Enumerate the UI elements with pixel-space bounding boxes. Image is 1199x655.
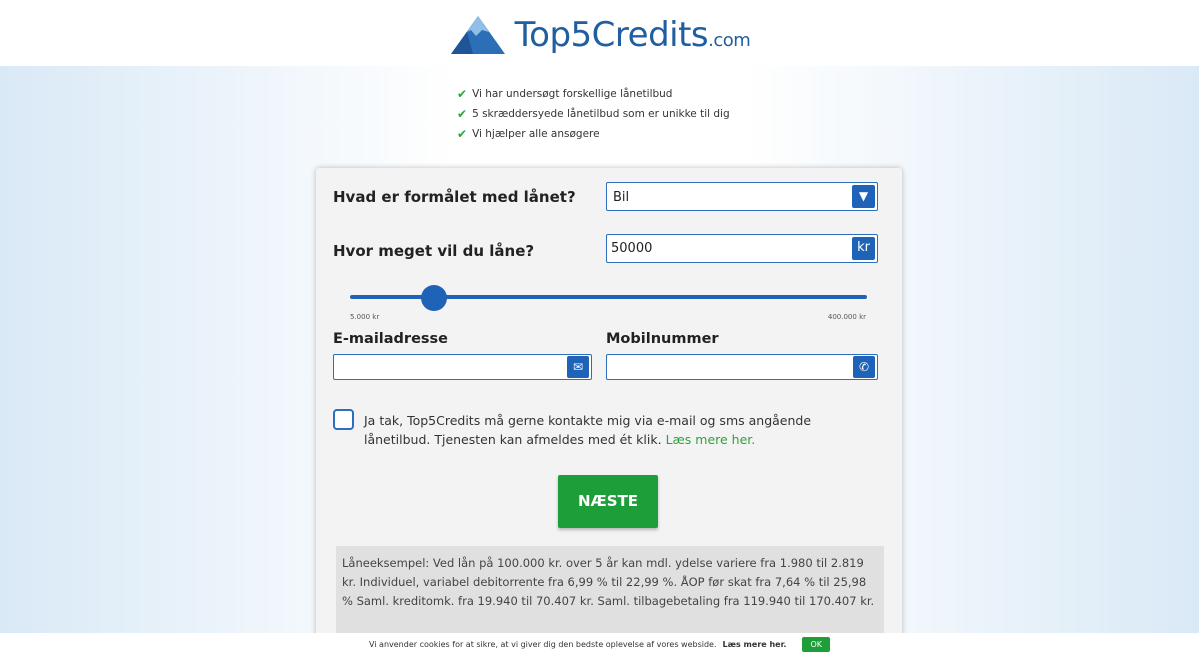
amount-slider-thumb[interactable] [420, 285, 447, 311]
check-icon: ✔ [457, 87, 468, 101]
loan-form-card: Hvad er formålet med lånet? Bil ▼ Hvor m… [316, 168, 902, 655]
amount-input[interactable]: 50000 kr [606, 234, 878, 263]
cookie-text: Vi anvender cookies for at sikre, at vi … [368, 639, 717, 649]
list-item: ✔ Vi hjælper alle ansøgere [457, 127, 600, 141]
phone-field[interactable]: ✆ [606, 354, 878, 380]
cookie-read-more-link[interactable]: Læs mere her. [723, 640, 787, 649]
slider-min-label: 5.000 kr [350, 313, 380, 321]
benefits-list: ✔ Vi har undersøgt forskellige lånetilbu… [457, 84, 730, 144]
list-item: ✔ Vi har undersøgt forskellige lånetilbu… [457, 87, 673, 101]
check-icon: ✔ [457, 107, 468, 121]
purpose-select-value: Bil [613, 190, 630, 205]
phone-label: Mobilnummer [606, 331, 719, 347]
check-icon: ✔ [457, 127, 468, 141]
next-button[interactable]: NÆSTE [558, 475, 658, 528]
slider-max-label: 400.000 kr [827, 313, 866, 321]
currency-unit-badge: kr [852, 237, 875, 260]
consent-checkbox[interactable] [333, 409, 354, 430]
logo-text: Top5Credits.com [514, 15, 751, 55]
envelope-icon: ✉ [567, 356, 589, 378]
read-more-link[interactable]: Læs mere her. [666, 432, 756, 447]
chevron-down-icon[interactable]: ▼ [852, 185, 875, 208]
purpose-label: Hvad er formålet med lånet? [333, 188, 576, 206]
purpose-select[interactable]: Bil ▼ [606, 182, 878, 211]
amount-input-value: 50000 [611, 241, 653, 256]
cookie-ok-button[interactable]: OK [802, 636, 830, 652]
site-header: Top5Credits.com [0, 0, 1199, 66]
consent-text: Ja tak, Top5Credits må gerne kontakte mi… [364, 413, 812, 447]
email-label: E-mailadresse [333, 331, 449, 347]
list-item: ✔ 5 skræddersyede lånetilbud som er unik… [457, 107, 730, 121]
email-field[interactable]: ✉ [333, 354, 592, 380]
logo[interactable]: Top5Credits.com [449, 14, 751, 56]
phone-icon: ✆ [853, 356, 875, 378]
cookie-banner: Vi anvender cookies for at sikre, at vi … [0, 633, 1199, 655]
mountain-logo-icon [450, 16, 505, 54]
amount-label: Hvor meget vil du låne? [333, 242, 535, 260]
